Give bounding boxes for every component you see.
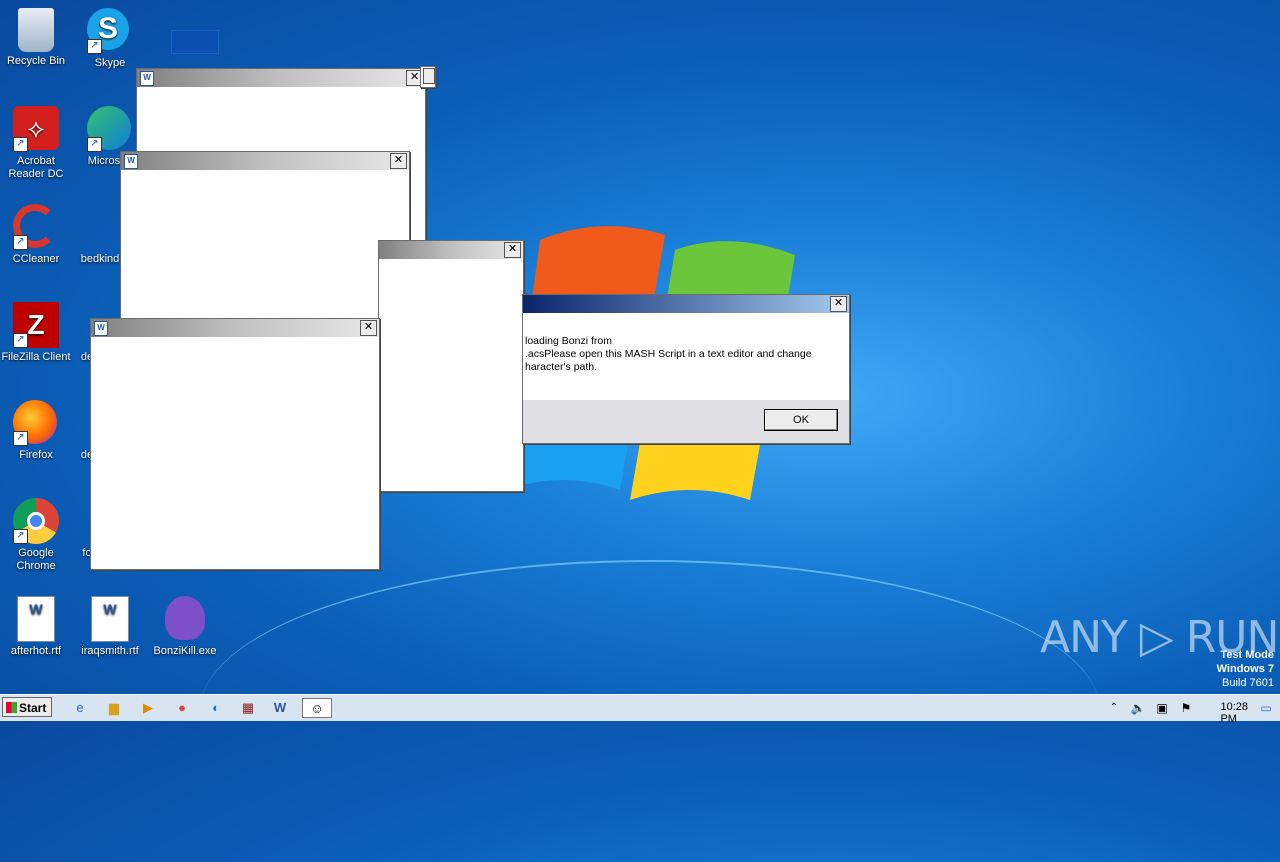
- dialog-message: loading Bonzi from .acsPlease open this …: [523, 313, 849, 374]
- bedkind-glyph: [77, 204, 123, 250]
- bonzikill-exe-icon[interactable]: BonziKill.exe: [150, 596, 220, 658]
- start-label: Start: [19, 701, 47, 715]
- word-icon: W: [140, 71, 154, 86]
- clock[interactable]: 10:28 PM: [1220, 701, 1248, 725]
- shortcut-arrow-icon: ↗: [13, 235, 28, 250]
- taskbar: Start e ▆ ▶ ● ◐ ▦ W ☺ ⌃ 🔈 ▣ ⚑ 10:28 PM ▭: [0, 694, 1280, 725]
- ccleaner-label: CCleaner: [12, 253, 60, 265]
- shortcut-arrow-icon: ↗: [13, 333, 28, 348]
- window-titlebar[interactable]: W ✕: [91, 319, 379, 337]
- show-hidden-icons[interactable]: ⌃: [1102, 698, 1126, 718]
- message-line-1: loading Bonzi from: [525, 335, 612, 347]
- edge-taskbar-icon[interactable]: ◐: [204, 698, 228, 718]
- recycle-bin-glyph: [18, 8, 54, 52]
- ccleaner-glyph: ↗: [13, 204, 59, 250]
- show-desktop-icon[interactable]: ▭: [1254, 698, 1278, 718]
- ok-button[interactable]: OK: [764, 409, 838, 431]
- close-icon[interactable]: ✕: [504, 242, 521, 258]
- window-titlebar[interactable]: W ✕: [137, 69, 425, 87]
- acrobat-label: Acrobat Reader DC: [8, 155, 64, 180]
- word-taskbar-icon[interactable]: W: [268, 698, 292, 718]
- afterhot-label: afterhot.rtf: [10, 645, 62, 657]
- skype-icon[interactable]: S ↗ Skype: [75, 8, 145, 70]
- shortcut-arrow-icon: ↗: [13, 529, 28, 544]
- media-player-taskbar-icon[interactable]: ▶: [136, 698, 160, 718]
- window-titlebar[interactable]: ✕: [379, 241, 523, 259]
- dialog-titlebar[interactable]: ✕: [523, 295, 849, 313]
- empty-window-3[interactable]: ✕: [378, 240, 524, 492]
- empty-window-4[interactable]: W ✕: [90, 318, 380, 570]
- volume-icon[interactable]: 🔈: [1126, 698, 1150, 718]
- recycle-bin-label: Recycle Bin: [6, 55, 66, 67]
- shortcut-arrow-icon: ↗: [87, 137, 102, 152]
- winrar-taskbar-icon[interactable]: ▦: [236, 698, 260, 718]
- ie-taskbar-icon[interactable]: e: [68, 698, 92, 718]
- iraqsmith-rtf-icon[interactable]: W iraqsmith.rtf: [75, 596, 145, 658]
- word-icon: W: [94, 321, 108, 336]
- acrobat-glyph: ⟡ ↗: [13, 106, 59, 152]
- skype-glyph: S ↗: [87, 8, 133, 54]
- close-icon[interactable]: ✕: [830, 296, 847, 312]
- action-center-flag-icon[interactable]: ⚑: [1174, 698, 1198, 718]
- recycle-bin-icon[interactable]: Recycle Bin: [1, 8, 71, 68]
- empty-window-behind[interactable]: [420, 66, 436, 88]
- itemzeclen-icon[interactable]: [160, 30, 230, 57]
- word-doc-glyph: W: [13, 596, 59, 642]
- acrobat-icon[interactable]: ⟡ ↗ Acrobat Reader DC: [1, 106, 71, 181]
- explorer-taskbar-icon[interactable]: ▆: [102, 698, 126, 718]
- watermark-line-3: Build 7601: [1222, 677, 1274, 689]
- shortcut-arrow-icon: ↗: [13, 137, 28, 152]
- close-icon-partial[interactable]: [423, 68, 435, 84]
- shortcut-arrow-icon: ↗: [13, 431, 28, 446]
- start-button[interactable]: Start: [2, 697, 52, 717]
- bonzi-taskbar-icon[interactable]: ☺: [302, 698, 332, 718]
- itemzeclen-glyph: [171, 30, 219, 54]
- test-mode-watermark: Test Mode Windows 7 Build 7601: [1217, 648, 1274, 690]
- word-icon: W: [124, 154, 138, 169]
- word-doc-glyph: W: [87, 596, 133, 642]
- message-dialog[interactable]: ✕ loading Bonzi from .acsPlease open thi…: [522, 294, 850, 444]
- close-icon[interactable]: ✕: [360, 320, 377, 336]
- dialog-footer: OK: [523, 400, 849, 443]
- window-titlebar[interactable]: W ✕: [121, 152, 409, 170]
- shortcut-arrow-icon: ↗: [87, 39, 102, 54]
- network-icon[interactable]: ▣: [1150, 698, 1174, 718]
- chrome-taskbar-icon[interactable]: ●: [170, 698, 194, 718]
- edge-glyph: ↗: [87, 106, 133, 152]
- windows-logo-icon: [6, 702, 17, 713]
- afterhot-rtf-icon[interactable]: W afterhot.rtf: [1, 596, 71, 658]
- message-line-3: haracter's path.: [525, 361, 598, 373]
- skype-label: Skype: [94, 57, 126, 69]
- watermark-line-1: Test Mode: [1220, 649, 1274, 661]
- bonzi-glyph: [162, 596, 208, 642]
- bonzikill-label: BonziKill.exe: [153, 645, 217, 657]
- message-line-2: .acsPlease open this MASH Script in a te…: [525, 348, 812, 360]
- ccleaner-icon[interactable]: ↗ CCleaner: [1, 204, 71, 266]
- watermark-line-2: Windows 7: [1216, 663, 1274, 675]
- iraqsmith-label: iraqsmith.rtf: [81, 645, 139, 657]
- close-icon[interactable]: ✕: [390, 153, 407, 169]
